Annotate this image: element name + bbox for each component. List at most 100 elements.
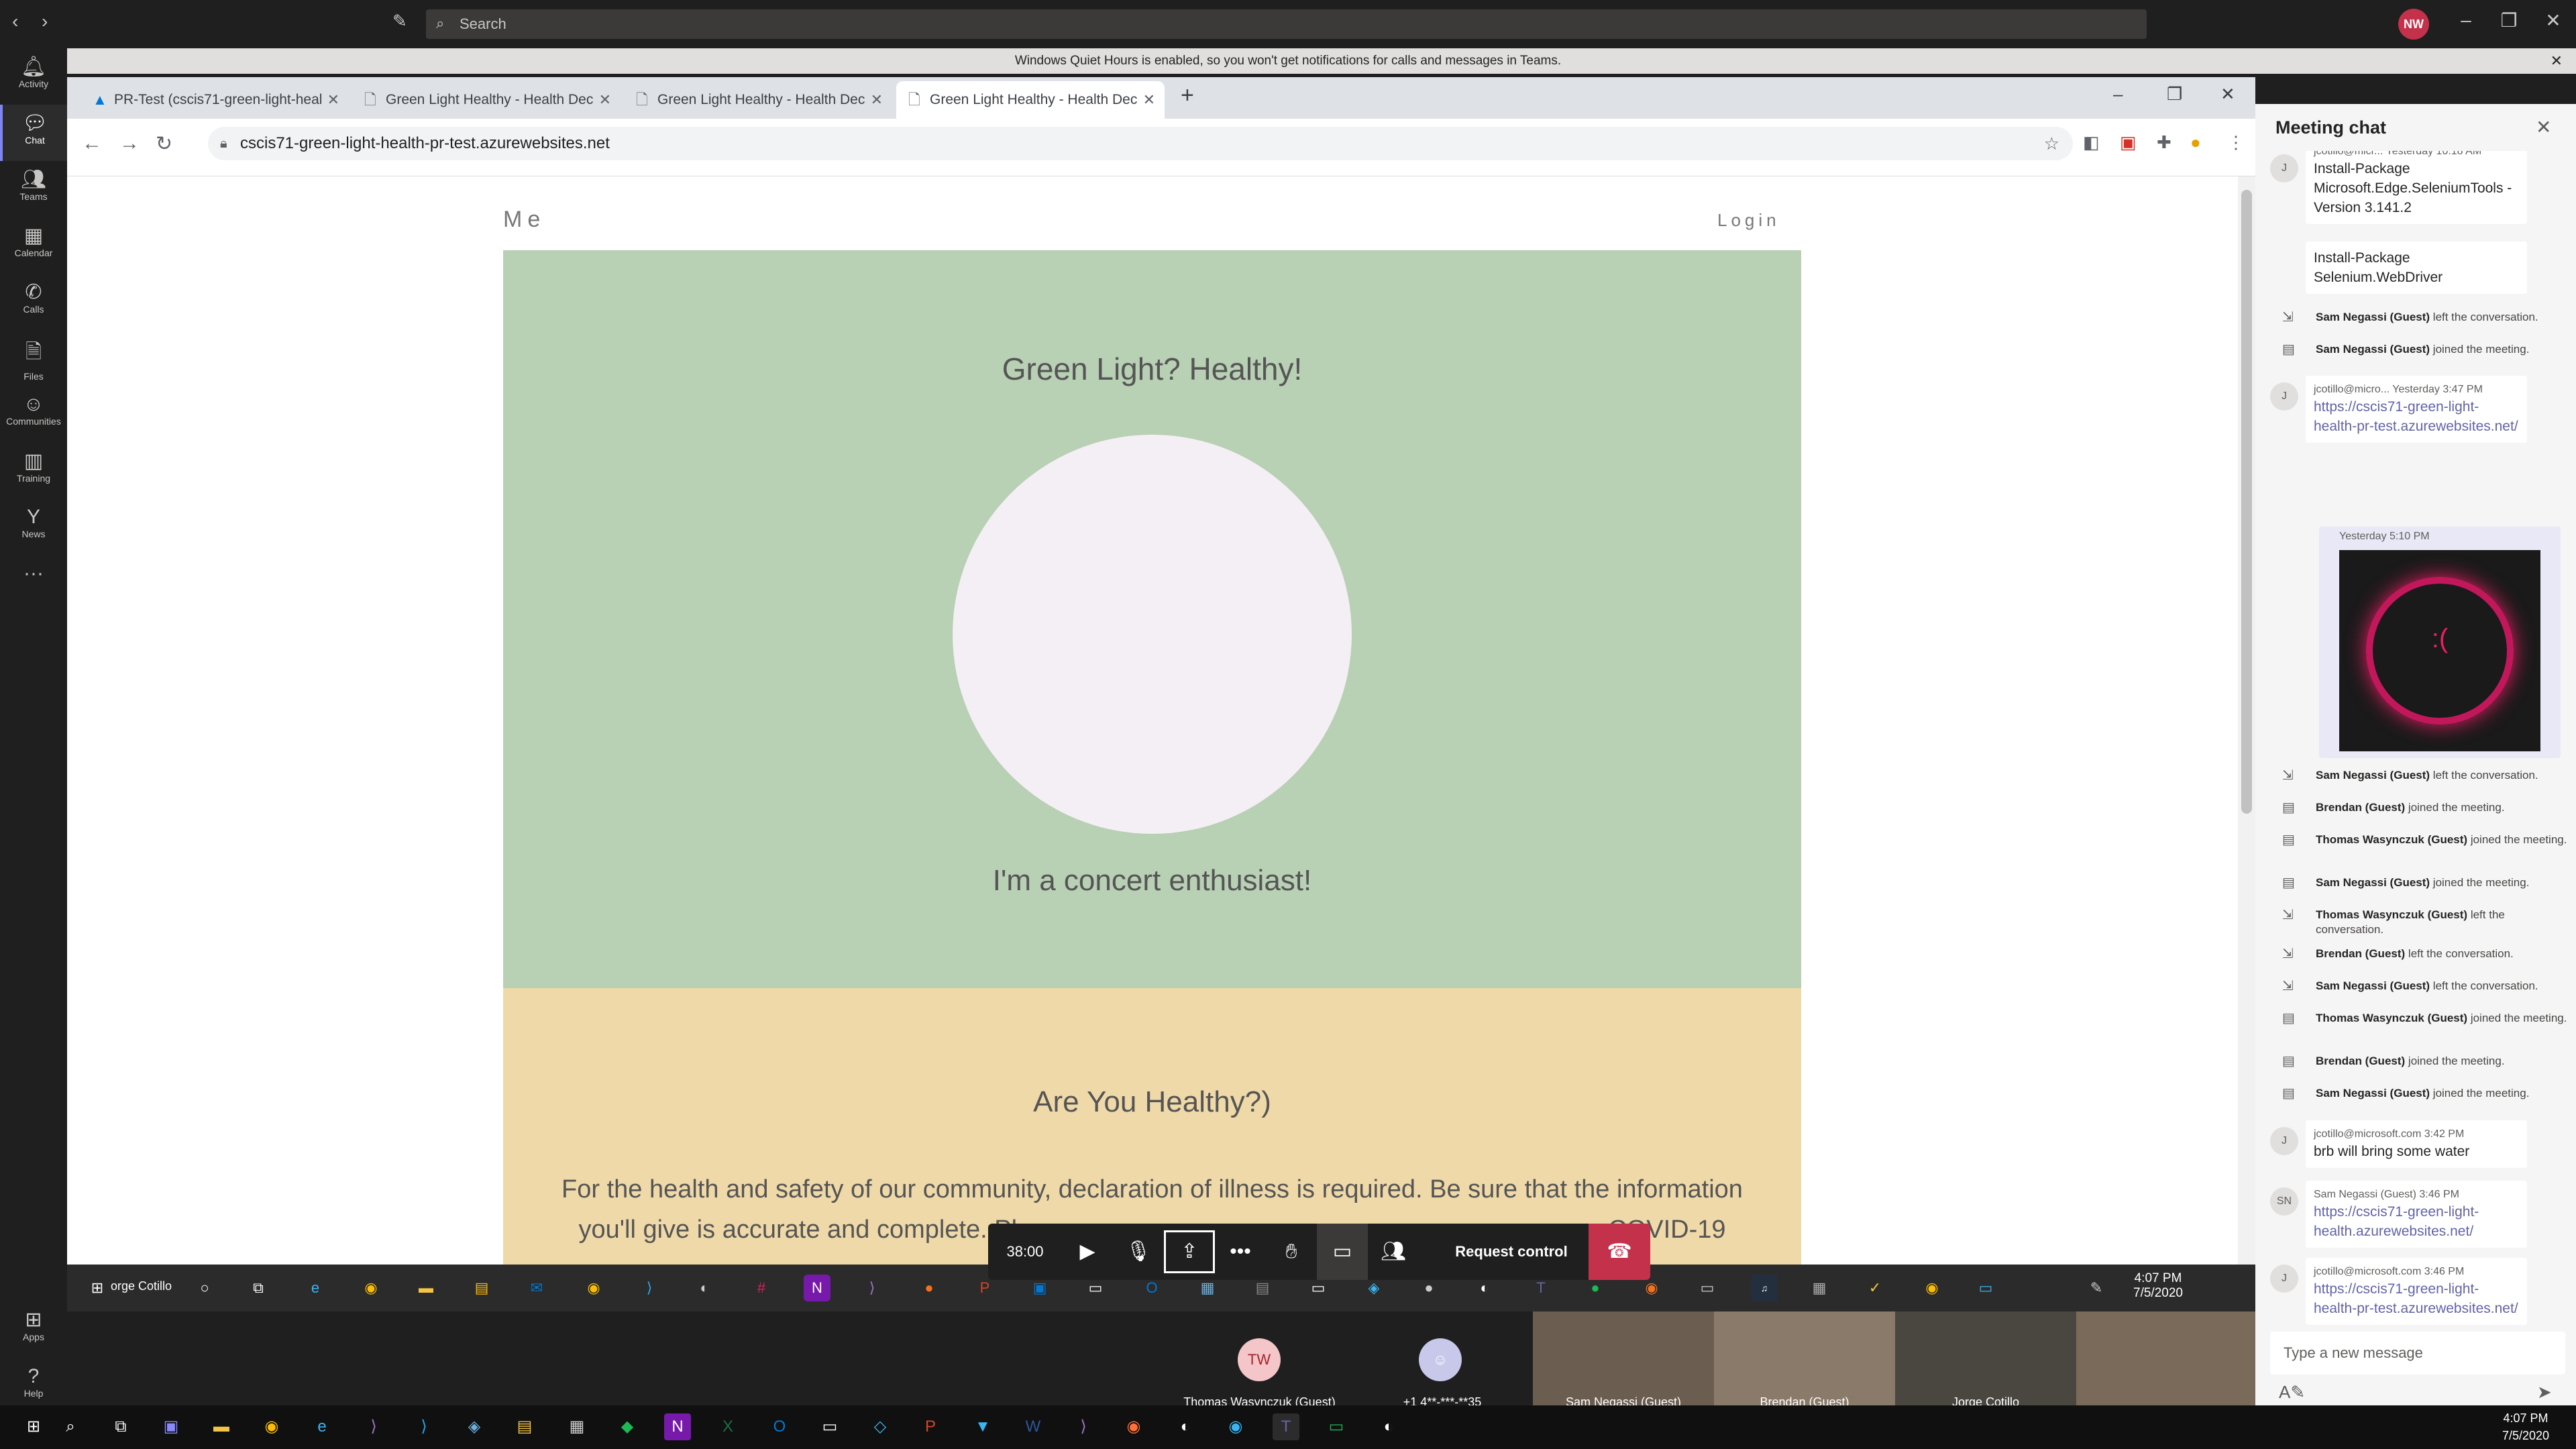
- app-icon[interactable]: ◆: [614, 1413, 641, 1440]
- app-icon[interactable]: ▦: [564, 1413, 590, 1440]
- chat-message-list[interactable]: J jcotillo@micr... Yesterday 10:18 AM In…: [2255, 151, 2576, 1338]
- camera-icon[interactable]: ▶: [1062, 1224, 1113, 1280]
- app-icon[interactable]: ▤: [511, 1413, 538, 1440]
- edge-icon[interactable]: e: [309, 1413, 335, 1440]
- user-avatar[interactable]: NW: [2398, 9, 2429, 40]
- participants-icon[interactable]: 👥︎: [1368, 1224, 1419, 1280]
- remote-desktop-icon[interactable]: ▭: [1972, 1275, 1999, 1301]
- pen-icon[interactable]: ✎: [2083, 1275, 2110, 1301]
- profile-icon[interactable]: ●: [2190, 132, 2201, 153]
- extension-icon[interactable]: ◧: [2083, 132, 2100, 153]
- app-icon[interactable]: ▣: [158, 1413, 184, 1440]
- minimize-icon[interactable]: –: [2446, 9, 2486, 31]
- more-actions-icon[interactable]: •••: [1215, 1224, 1266, 1280]
- firefox-icon[interactable]: ◉: [1120, 1413, 1147, 1440]
- microphone-icon[interactable]: 🎙︎: [1113, 1224, 1164, 1280]
- store-icon[interactable]: ▤: [468, 1275, 495, 1301]
- task-view-icon[interactable]: ⧉: [245, 1275, 272, 1301]
- powerpoint-icon[interactable]: P: [917, 1413, 944, 1440]
- request-control-button[interactable]: Request control: [1438, 1224, 1585, 1280]
- browser-menu-icon[interactable]: ⋮: [2227, 132, 2245, 153]
- browser-forward-icon[interactable]: →: [119, 132, 140, 155]
- visual-studio-icon[interactable]: ⟩: [1070, 1413, 1097, 1440]
- participant-tile[interactable]: Brendan (Guest): [1714, 1311, 1895, 1412]
- task-view-icon[interactable]: ⧉: [107, 1413, 134, 1440]
- forward-arrow-icon[interactable]: ›: [42, 11, 48, 32]
- teams-search-box[interactable]: ⌕ Search: [426, 9, 2147, 39]
- tab-close-icon[interactable]: ✕: [599, 81, 611, 119]
- visual-studio-icon[interactable]: ⟩: [360, 1413, 387, 1440]
- app-icon[interactable]: ◐: [691, 1275, 718, 1301]
- app-icon[interactable]: ▼: [969, 1413, 996, 1440]
- app-icon[interactable]: ◉: [1222, 1413, 1249, 1440]
- app-icon[interactable]: ◇: [867, 1413, 894, 1440]
- tab-close-icon[interactable]: ✕: [327, 81, 339, 119]
- browser-tab-active[interactable]: 🗋︎ Green Light Healthy - Health Dec ✕: [896, 81, 1165, 119]
- message-input[interactable]: Type a new message: [2270, 1332, 2565, 1375]
- hang-up-icon[interactable]: ☎: [1589, 1224, 1650, 1280]
- cortana-icon[interactable]: ○: [191, 1275, 218, 1301]
- participant-tile[interactable]: ☺ +1 4**-***-**35: [1352, 1311, 1533, 1412]
- rail-item-teams[interactable]: 👥︎ Teams: [0, 161, 67, 217]
- visual-studio-icon[interactable]: ⟩: [859, 1275, 885, 1301]
- github-icon[interactable]: ◐: [1375, 1413, 1402, 1440]
- rail-item-calls[interactable]: ✆ Calls: [0, 274, 67, 330]
- scrollbar-thumb[interactable]: [2241, 190, 2252, 814]
- format-icon[interactable]: A✎: [2279, 1382, 2305, 1403]
- edge-icon[interactable]: e: [302, 1275, 329, 1301]
- app-icon[interactable]: ◈: [461, 1413, 488, 1440]
- notice-close-icon[interactable]: ✕: [2551, 52, 2563, 70]
- rail-item-news[interactable]: Y News: [0, 499, 67, 555]
- browser-back-icon[interactable]: ←: [82, 132, 102, 155]
- chat-close-icon[interactable]: ✕: [2536, 116, 2551, 138]
- onenote-icon[interactable]: N: [804, 1275, 830, 1301]
- browser-tab[interactable]: ▲ PR-Test (cscis71-green-light-heal ✕: [80, 81, 349, 119]
- send-icon[interactable]: ➤: [2537, 1382, 2552, 1403]
- rail-item-chat[interactable]: 💬︎ Chat: [0, 105, 67, 161]
- participant-tile[interactable]: [2076, 1311, 2255, 1412]
- chat-toggle-icon[interactable]: ▭: [1317, 1224, 1368, 1280]
- shared-image[interactable]: :(: [2339, 550, 2540, 751]
- raise-hand-icon[interactable]: ✋︎: [1266, 1224, 1317, 1280]
- mail-icon[interactable]: ✉: [523, 1275, 550, 1301]
- chrome-icon[interactable]: ◉: [580, 1275, 607, 1301]
- app-icon[interactable]: ◐: [1172, 1413, 1199, 1440]
- address-bar[interactable]: 🔒︎ cscis71-green-light-health-pr-test.az…: [208, 127, 2073, 160]
- browser-close-icon[interactable]: ✕: [2220, 84, 2235, 105]
- message-link[interactable]: https://cscis71-green-light-health-pr-te…: [2314, 397, 2519, 436]
- file-explorer-icon[interactable]: ▬: [208, 1413, 235, 1440]
- onenote-icon[interactable]: N: [664, 1413, 691, 1440]
- excel-icon[interactable]: X: [714, 1413, 741, 1440]
- participant-tile[interactable]: Sam Negassi (Guest): [1533, 1311, 1714, 1412]
- chrome-icon[interactable]: ◉: [358, 1275, 384, 1301]
- teams-app-icon[interactable]: T: [1273, 1413, 1299, 1440]
- windows-start-icon[interactable]: ⊞: [84, 1275, 111, 1301]
- rail-item-training[interactable]: ▥ Training: [0, 443, 67, 499]
- participant-tile[interactable]: Jorge Cotillo: [1895, 1311, 2076, 1412]
- word-icon[interactable]: W: [1020, 1413, 1046, 1440]
- browser-minimize-icon[interactable]: –: [2113, 84, 2123, 105]
- tab-close-icon[interactable]: ✕: [871, 81, 883, 119]
- participant-tile[interactable]: TW Thomas Wasynczuk (Guest): [1167, 1311, 1352, 1412]
- vscode-icon[interactable]: ⟩: [411, 1413, 437, 1440]
- postman-icon[interactable]: ●: [916, 1275, 943, 1301]
- terminal-icon[interactable]: ▭: [816, 1413, 843, 1440]
- extensions-puzzle-icon[interactable]: ✚: [2157, 132, 2171, 153]
- terminal-icon[interactable]: ▭: [1694, 1275, 1721, 1301]
- browser-maximize-icon[interactable]: ❐: [2167, 84, 2182, 105]
- tab-close-icon[interactable]: ✕: [1143, 81, 1155, 119]
- chrome-icon[interactable]: ◉: [1919, 1275, 1945, 1301]
- reload-icon[interactable]: ↻: [156, 132, 172, 156]
- site-brand[interactable]: Me: [503, 207, 545, 233]
- rail-item-files[interactable]: 🗎︎ Files: [0, 330, 67, 386]
- close-icon[interactable]: ✕: [2533, 9, 2573, 32]
- browser-tab[interactable]: 🗋︎ Green Light Healthy - Health Dec ✕: [624, 81, 892, 119]
- back-arrow-icon[interactable]: ‹: [12, 11, 18, 32]
- new-tab-button[interactable]: +: [1181, 83, 1194, 109]
- message-link[interactable]: https://cscis71-green-light-health-pr-te…: [2314, 1279, 2519, 1318]
- rail-item-calendar[interactable]: ▦ Calendar: [0, 217, 67, 274]
- rail-more-button[interactable]: ···: [0, 555, 67, 612]
- browser-tab[interactable]: 🗋︎ Green Light Healthy - Health Dec ✕: [352, 81, 621, 119]
- calculator-icon[interactable]: ▦: [1806, 1275, 1833, 1301]
- windows-start-icon[interactable]: ⊞: [20, 1413, 47, 1440]
